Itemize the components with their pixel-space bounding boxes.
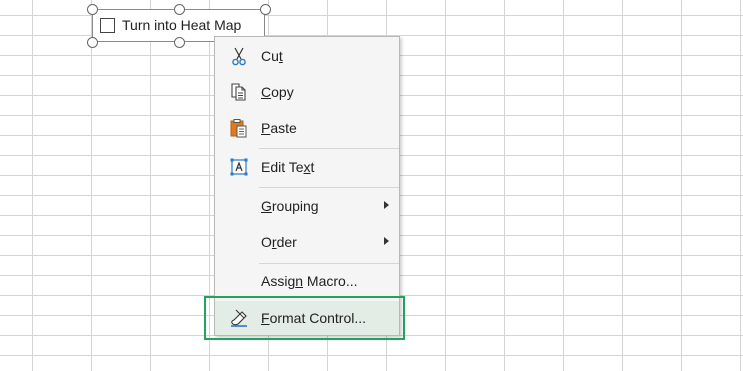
menu-item-grouping[interactable]: Grouping	[215, 189, 399, 223]
menu-item-label: Cut	[261, 48, 283, 64]
resize-handle-top-middle[interactable]	[174, 4, 185, 15]
checkbox-label: Turn into Heat Map	[122, 17, 242, 33]
copy-icon	[229, 82, 249, 102]
checkbox[interactable]	[100, 18, 115, 33]
edit-text-icon	[229, 157, 249, 177]
resize-handle-top-right[interactable]	[260, 4, 271, 15]
menu-item-copy[interactable]: Copy	[215, 75, 399, 109]
scissors-icon	[229, 46, 249, 66]
resize-handle-bottom-middle[interactable]	[174, 37, 185, 48]
resize-handle-bottom-left[interactable]	[87, 37, 98, 48]
resize-handle-top-left[interactable]	[87, 4, 98, 15]
menu-item-label: Assign Macro...	[261, 273, 358, 289]
submenu-arrow-icon	[384, 201, 389, 209]
menu-item-label: Order	[261, 234, 297, 250]
menu-item-assign-macro[interactable]: Assign Macro...	[215, 264, 399, 298]
menu-item-label: Edit Text	[261, 159, 315, 175]
clipboard-paste-icon	[229, 118, 249, 138]
menu-item-label: Copy	[261, 84, 294, 100]
menu-item-edit-text[interactable]: Edit Text	[215, 150, 399, 184]
menu-item-label: Paste	[261, 120, 297, 136]
menu-item-paste[interactable]: Paste	[215, 111, 399, 145]
menu-separator	[259, 187, 399, 188]
menu-item-label: Grouping	[261, 198, 319, 214]
menu-separator	[259, 148, 399, 149]
submenu-arrow-icon	[384, 237, 389, 245]
highlight-box	[204, 296, 405, 340]
context-menu: Cut Copy Paste Edit Text Grouping Order …	[214, 36, 400, 336]
menu-item-cut[interactable]: Cut	[215, 39, 399, 73]
menu-item-order[interactable]: Order	[215, 225, 399, 259]
